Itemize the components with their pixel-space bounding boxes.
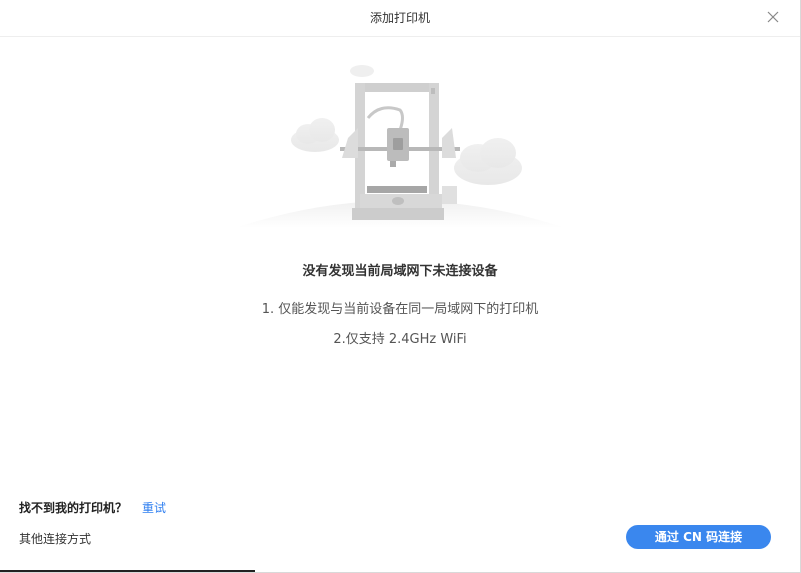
printer-illustration [230,58,570,238]
retry-link[interactable]: 重试 [142,499,166,516]
window-edge-divider [0,570,255,572]
dialog-title: 添加打印机 [369,11,430,25]
other-connection-methods-link[interactable]: 其他连接方式 [19,530,91,547]
hint-wifi-band: 2.仅支持 2.4GHz WiFi [333,332,467,347]
not-found-text: 找不到我的打印机？ [19,501,128,515]
empty-state-heading: 没有发现当前局域网下未连接设备 [302,264,498,279]
dialog-titlebar: 添加打印机 [0,0,800,37]
connect-via-cn-code-button[interactable]: 通过 CN 码连接 [626,525,771,549]
hint-same-lan: 1. 仅能发现与当前设备在同一局域网下的打印机 [261,302,539,317]
close-icon[interactable] [764,8,782,26]
add-printer-dialog: 添加打印机 没有发现当前局域网下未连接设备 1. 仅能发现与当前设备在同一局域网… [0,0,801,573]
